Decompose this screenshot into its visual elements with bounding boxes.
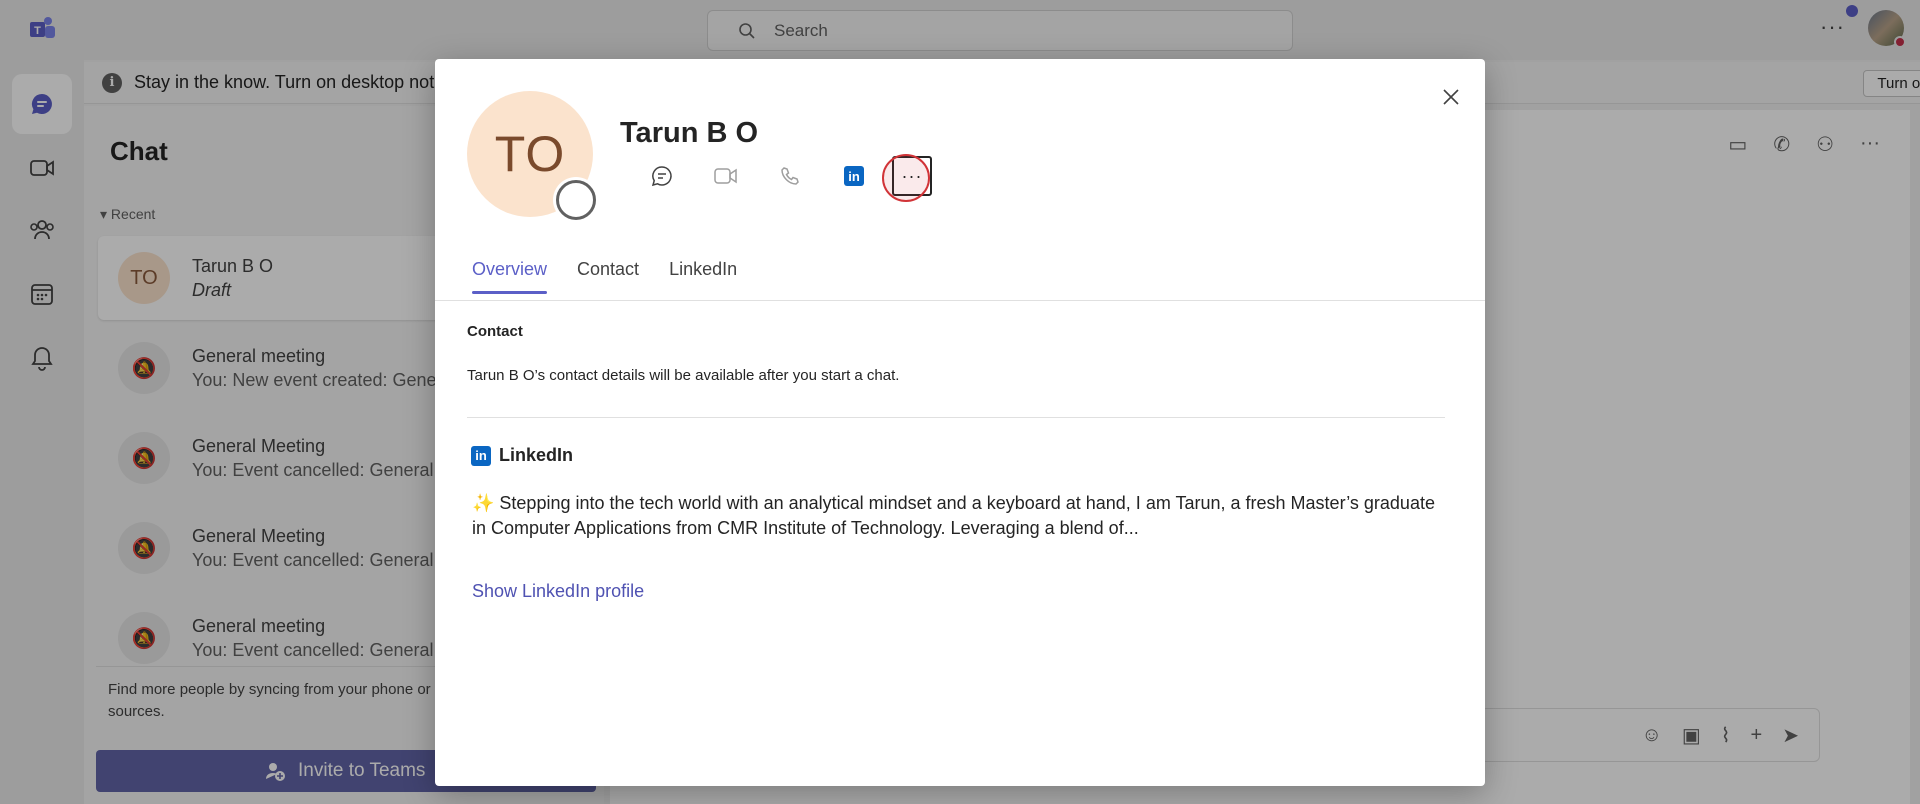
linkedin-icon: in	[844, 166, 864, 186]
linkedin-icon: in	[471, 445, 491, 466]
tabs-divider	[435, 300, 1485, 301]
tab-contact[interactable]: Contact	[577, 259, 639, 294]
contact-section-title: Contact	[467, 323, 523, 340]
linkedin-section-title: LinkedIn	[499, 445, 574, 465]
section-divider	[467, 417, 1445, 418]
chat-icon	[651, 166, 672, 187]
linkedin-bio: ✨ Stepping into the tech world with an a…	[472, 493, 1435, 538]
profile-name: Tarun B O	[620, 117, 759, 149]
profile-tabs: Overview Contact LinkedIn	[472, 259, 737, 294]
profile-card-dialog: TO Tarun B O in ··· Overview Contact Lin…	[435, 59, 1485, 786]
presence-status-icon	[556, 180, 596, 220]
more-options-button[interactable]: ···	[882, 154, 932, 202]
linkedin-section-header: in LinkedIn	[471, 445, 573, 466]
close-icon	[1443, 89, 1459, 105]
phone-icon	[781, 167, 799, 185]
show-linkedin-profile-link[interactable]: Show LinkedIn profile	[472, 581, 644, 602]
video-camera-icon	[714, 168, 737, 184]
tab-overview[interactable]: Overview	[472, 259, 548, 294]
close-button[interactable]	[1433, 79, 1469, 115]
contact-section-text: Tarun B O’s contact details will be avai…	[467, 367, 900, 384]
video-call-button[interactable]	[694, 155, 758, 197]
audio-call-button[interactable]	[758, 155, 822, 197]
chat-button[interactable]	[630, 155, 694, 197]
linkedin-button[interactable]: in	[822, 155, 886, 197]
profile-actions: in ···	[630, 154, 932, 202]
more-icon: ···	[901, 165, 923, 186]
tab-linkedin[interactable]: LinkedIn	[669, 259, 737, 294]
